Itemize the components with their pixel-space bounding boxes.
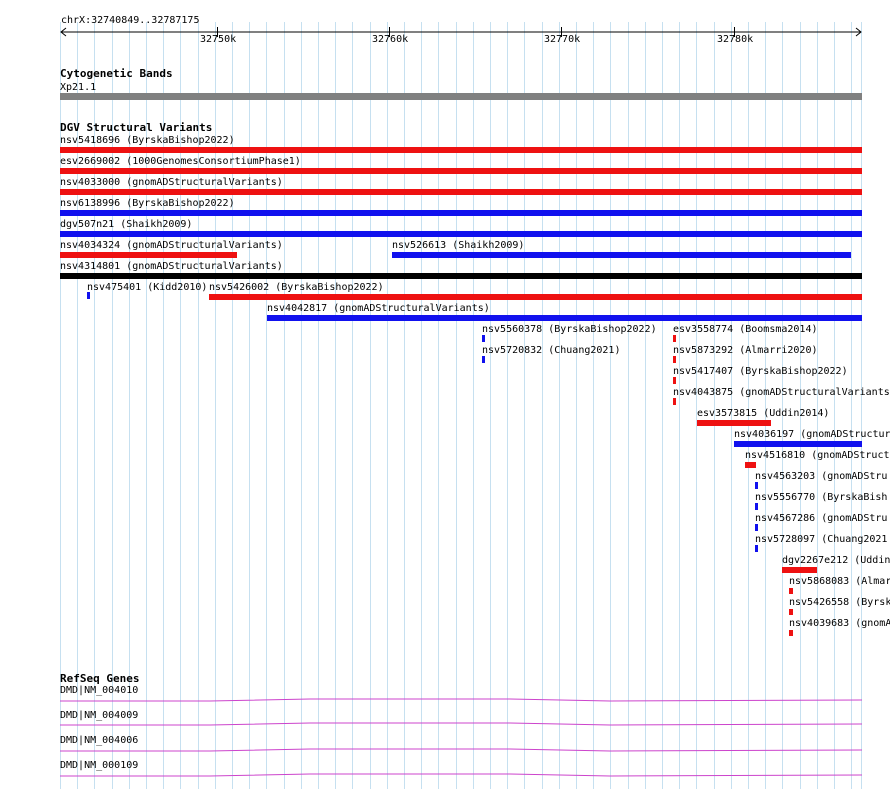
dgv-feature-bar[interactable] bbox=[697, 420, 771, 426]
refseq-gene-label: DMD|NM_004010 bbox=[60, 685, 139, 696]
ruler-tick-label: 32770k bbox=[544, 34, 581, 45]
dgv-feature-bar[interactable] bbox=[789, 588, 793, 594]
dgv-feature-bar[interactable] bbox=[392, 252, 851, 258]
track-title-cytoband: Cytogenetic Bands bbox=[60, 67, 173, 80]
dgv-feature-label: nsv526613 (Shaikh2009) bbox=[392, 240, 525, 251]
dgv-feature-bar[interactable] bbox=[60, 210, 862, 216]
refseq-gene-line[interactable] bbox=[60, 697, 863, 703]
dgv-feature-bar[interactable] bbox=[209, 294, 862, 300]
dgv-feature-label: nsv5556770 (ByrskaBish bbox=[755, 492, 888, 503]
ruler-tick-label: 32760k bbox=[372, 34, 409, 45]
dgv-feature-bar[interactable] bbox=[60, 147, 862, 153]
dgv-feature-bar[interactable] bbox=[267, 315, 862, 321]
dgv-feature-bar[interactable] bbox=[60, 231, 862, 237]
track-title-dgv: DGV Structural Variants bbox=[60, 121, 213, 134]
dgv-feature-label: nsv4039683 (gnomA bbox=[789, 618, 890, 629]
dgv-feature-bar[interactable] bbox=[673, 398, 676, 405]
dgv-feature-bar[interactable] bbox=[673, 377, 676, 384]
dgv-feature-label: esv2669002 (1000GenomesConsortiumPhase1) bbox=[60, 156, 301, 167]
dgv-feature-label: nsv4567286 (gnomADStru bbox=[755, 513, 888, 524]
dgv-feature-bar[interactable] bbox=[789, 630, 793, 636]
ruler-axis bbox=[60, 27, 862, 37]
refseq-gene-line[interactable] bbox=[60, 772, 863, 778]
dgv-feature-bar[interactable] bbox=[60, 168, 862, 174]
dgv-feature-label: nsv4033000 (gnomADStructuralVariants) bbox=[60, 177, 283, 188]
dgv-feature-label: nsv475401 (Kidd2010) bbox=[87, 282, 208, 293]
dgv-feature-label: dgv507n21 (Shaikh2009) bbox=[60, 219, 193, 230]
dgv-feature-label: nsv5720832 (Chuang2021) bbox=[482, 345, 621, 356]
track-title-refseq: RefSeq Genes bbox=[60, 672, 140, 685]
dgv-feature-bar[interactable] bbox=[755, 545, 758, 552]
dgv-feature-label: dgv2267e212 (Uddin bbox=[782, 555, 890, 566]
dgv-feature-bar[interactable] bbox=[60, 189, 862, 195]
dgv-feature-bar[interactable] bbox=[755, 524, 758, 531]
dgv-feature-label: esv3558774 (Boomsma2014) bbox=[673, 324, 818, 335]
dgv-feature-bar[interactable] bbox=[673, 335, 676, 342]
dgv-feature-label: nsv4036197 (gnomADStructur bbox=[734, 429, 890, 440]
dgv-feature-bar[interactable] bbox=[60, 252, 237, 258]
dgv-feature-label: esv3573815 (Uddin2014) bbox=[697, 408, 830, 419]
dgv-feature-label: nsv4042817 (gnomADStructuralVariants) bbox=[267, 303, 490, 314]
dgv-feature-bar[interactable] bbox=[734, 441, 862, 447]
dgv-feature-bar[interactable] bbox=[755, 482, 758, 489]
dgv-feature-bar[interactable] bbox=[60, 273, 862, 279]
dgv-feature-label: nsv5728097 (Chuang2021 bbox=[755, 534, 888, 545]
refseq-gene-line[interactable] bbox=[60, 721, 863, 727]
refseq-gene-label: DMD|NM_004006 bbox=[60, 735, 139, 746]
ruler-tick-label: 32780k bbox=[717, 34, 754, 45]
dgv-feature-bar[interactable] bbox=[482, 356, 485, 363]
dgv-feature-label: nsv5873292 (Almarri2020) bbox=[673, 345, 818, 356]
dgv-feature-label: nsv4314801 (gnomADStructuralVariants) bbox=[60, 261, 283, 272]
dgv-feature-label: nsv4034324 (gnomADStructuralVariants) bbox=[60, 240, 283, 251]
dgv-feature-bar[interactable] bbox=[673, 356, 676, 363]
dgv-feature-bar[interactable] bbox=[782, 567, 817, 573]
dgv-feature-label: nsv5426002 (ByrskaBishop2022) bbox=[209, 282, 384, 293]
dgv-feature-label: nsv5418696 (ByrskaBishop2022) bbox=[60, 135, 235, 146]
refseq-gene-label: DMD|NM_000109 bbox=[60, 760, 139, 771]
refseq-gene-label: DMD|NM_004009 bbox=[60, 710, 139, 721]
dgv-feature-label: nsv4516810 (gnomADStruct bbox=[745, 450, 890, 461]
dgv-feature-label: nsv4043875 (gnomADStructuralVariants bbox=[673, 387, 890, 398]
cytoband-label: Xp21.1 bbox=[60, 82, 97, 93]
dgv-feature-bar[interactable] bbox=[745, 462, 756, 468]
genome-browser-view[interactable]: chrX:32740849..32787175 32750k 32760k 3277… bbox=[0, 0, 890, 789]
dgv-feature-label: nsv5426558 (Byrsk bbox=[789, 597, 890, 608]
refseq-gene-line[interactable] bbox=[60, 747, 863, 753]
dgv-feature-bar[interactable] bbox=[87, 292, 90, 299]
dgv-feature-label: nsv5560378 (ByrskaBishop2022) bbox=[482, 324, 657, 335]
dgv-feature-label: nsv6138996 (ByrskaBishop2022) bbox=[60, 198, 235, 209]
dgv-feature-label: nsv5417407 (ByrskaBishop2022) bbox=[673, 366, 848, 377]
dgv-feature-bar[interactable] bbox=[755, 503, 758, 510]
cytoband-bar[interactable] bbox=[60, 93, 862, 100]
dgv-feature-bar[interactable] bbox=[789, 609, 793, 615]
ruler-tick-label: 32750k bbox=[200, 34, 237, 45]
dgv-feature-label: nsv4563203 (gnomADStru bbox=[755, 471, 888, 482]
dgv-feature-label: nsv5868083 (Almar bbox=[789, 576, 890, 587]
dgv-feature-bar[interactable] bbox=[482, 335, 485, 342]
